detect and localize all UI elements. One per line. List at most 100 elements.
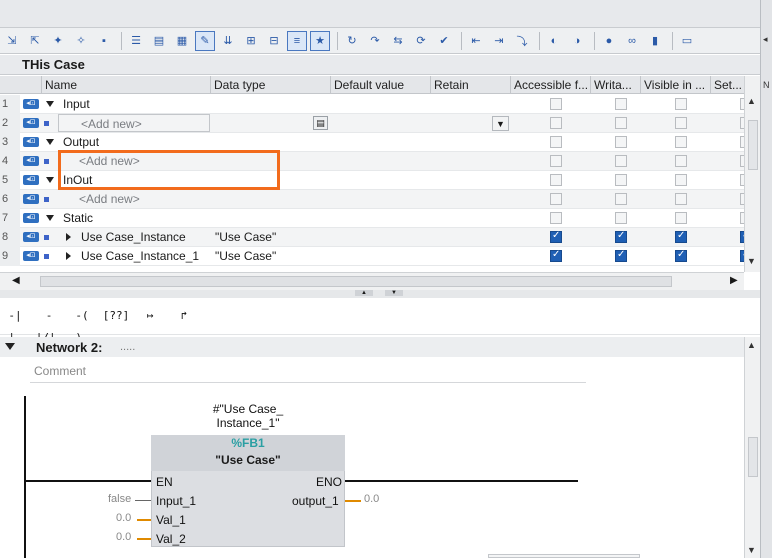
attribute-checkbox[interactable] bbox=[615, 136, 627, 148]
next-error-icon[interactable]: ↷ bbox=[365, 31, 385, 51]
attribute-checkbox[interactable] bbox=[615, 249, 627, 262]
scroll-up-icon[interactable]: ▲ bbox=[747, 96, 756, 106]
indent-icon[interactable]: ⇤ bbox=[466, 31, 486, 51]
attribute-checkbox[interactable] bbox=[675, 98, 687, 110]
database-icon[interactable]: ▮ bbox=[645, 31, 665, 51]
variable-name[interactable]: <Add new> bbox=[76, 190, 206, 209]
insert-row-icon[interactable]: ⇲ bbox=[2, 31, 22, 51]
variable-datatype[interactable]: "Use Case" bbox=[212, 247, 330, 266]
variable-name[interactable]: Use Case_Instance bbox=[78, 228, 208, 247]
table-row[interactable]: 2 ◂⊡ <Add new> ▤ ▼ bbox=[0, 114, 744, 133]
attribute-checkbox[interactable] bbox=[615, 98, 627, 110]
attribute-checkbox[interactable] bbox=[615, 230, 627, 243]
window-icon[interactable]: ▤ bbox=[149, 31, 169, 51]
table-row[interactable]: 1 ◂⊡ Input bbox=[0, 95, 744, 114]
attribute-checkbox[interactable] bbox=[615, 155, 627, 167]
collapse-network-icon[interactable] bbox=[5, 343, 15, 350]
monitor-off-icon[interactable]: ◑ bbox=[567, 31, 587, 51]
variable-datatype[interactable] bbox=[212, 190, 330, 209]
attribute-checkbox[interactable] bbox=[550, 174, 562, 186]
glasses-icon[interactable]: ∞ bbox=[622, 31, 642, 51]
collapse-arrow-icon[interactable] bbox=[46, 139, 54, 145]
attribute-checkbox[interactable] bbox=[550, 136, 562, 148]
datatype-browse-icon[interactable]: ▤ bbox=[313, 116, 328, 130]
collapse-arrow-icon[interactable] bbox=[46, 101, 54, 107]
empty-box-icon[interactable]: [??] bbox=[101, 305, 131, 327]
grid-icon[interactable]: ▦ bbox=[172, 31, 192, 51]
open-branch-icon[interactable]: ↦ bbox=[135, 305, 165, 327]
table-vertical-scrollbar[interactable]: ▲ ▼ bbox=[744, 76, 760, 272]
scroll-right-icon[interactable]: ▶ bbox=[730, 275, 738, 286]
wand2-icon[interactable]: ✧ bbox=[71, 31, 91, 51]
attribute-checkbox[interactable] bbox=[550, 212, 562, 224]
table-row[interactable]: 7 ◂⊡ Static bbox=[0, 209, 744, 228]
output-1-value[interactable]: 0.0 bbox=[364, 493, 379, 505]
favorites-icon[interactable]: ★ bbox=[310, 30, 330, 51]
scroll-down-icon[interactable]: ▼ bbox=[747, 545, 756, 555]
monitor-on-icon[interactable]: ◐ bbox=[544, 31, 564, 51]
variable-name[interactable]: <Add new> bbox=[58, 114, 210, 132]
wand-icon[interactable]: ✦ bbox=[48, 31, 68, 51]
attribute-checkbox[interactable] bbox=[550, 193, 562, 205]
attribute-checkbox[interactable] bbox=[675, 174, 687, 186]
add-row-icon[interactable]: ⇱ bbox=[25, 31, 45, 51]
scroll-up-icon[interactable]: ▲ bbox=[747, 340, 756, 350]
attribute-checkbox[interactable] bbox=[550, 98, 562, 110]
normally-open-contact-icon[interactable]: -| |- bbox=[0, 305, 30, 344]
list-view-icon[interactable]: ☰ bbox=[126, 31, 146, 51]
collapse-arrow-icon[interactable] bbox=[46, 177, 54, 183]
attribute-checkbox[interactable] bbox=[675, 212, 687, 224]
column-header-default-value[interactable]: Default value bbox=[331, 76, 431, 94]
scrollbar-thumb[interactable] bbox=[748, 437, 758, 477]
comment-icon[interactable]: ✎ bbox=[195, 30, 215, 51]
variable-name[interactable]: Use Case_Instance_1 bbox=[78, 247, 208, 266]
table-row[interactable]: 6 ◂⊡ <Add new> bbox=[0, 190, 744, 209]
attribute-checkbox[interactable] bbox=[675, 249, 687, 262]
branch-icon[interactable]: ⤵ bbox=[512, 31, 532, 51]
instance-label-line2[interactable]: Instance_1" bbox=[150, 416, 346, 430]
column-header-datatype[interactable]: Data type bbox=[211, 76, 331, 94]
collapse-arrow-icon[interactable] bbox=[46, 215, 54, 221]
variable-name[interactable]: Input bbox=[60, 95, 190, 114]
column-header-writable[interactable]: Writa... bbox=[591, 76, 641, 94]
compare-icon[interactable]: ⇆ bbox=[388, 31, 408, 51]
expand-arrow-icon[interactable] bbox=[66, 252, 71, 260]
expand-icon[interactable]: ⊞ bbox=[241, 31, 261, 51]
variable-datatype[interactable] bbox=[212, 95, 330, 114]
outdent-icon[interactable]: ⇥ bbox=[489, 31, 509, 51]
attribute-checkbox[interactable] bbox=[675, 136, 687, 148]
splitter-up-icon[interactable]: ▲ bbox=[355, 290, 373, 296]
splitter-down-icon[interactable]: ▼ bbox=[385, 290, 403, 296]
network-title-suffix[interactable]: ..... bbox=[120, 341, 135, 353]
attribute-checkbox[interactable] bbox=[550, 117, 562, 129]
attribute-checkbox[interactable] bbox=[615, 174, 627, 186]
instance-label-line1[interactable]: #"Use Case_ bbox=[150, 402, 346, 416]
val-2-value[interactable]: 0.0 bbox=[116, 531, 131, 543]
table-horizontal-scrollbar[interactable]: ◀ ▶ bbox=[0, 272, 744, 290]
go-to-error-icon[interactable]: ↻ bbox=[342, 31, 362, 51]
column-header-name[interactable]: Name bbox=[42, 76, 211, 94]
snapshot-icon[interactable]: ▭ bbox=[677, 31, 697, 51]
variable-datatype[interactable]: "Use Case" bbox=[212, 228, 330, 247]
refresh-icon[interactable]: ⟳ bbox=[411, 31, 431, 51]
editor-splitter[interactable]: ▲ ▼ bbox=[0, 290, 760, 298]
variable-name[interactable]: Static bbox=[60, 209, 190, 228]
scroll-down-icon[interactable]: ▼ bbox=[747, 256, 756, 266]
check-icon[interactable]: ✔ bbox=[434, 31, 454, 51]
attribute-checkbox[interactable] bbox=[615, 193, 627, 205]
val-1-value[interactable]: 0.0 bbox=[116, 512, 131, 524]
absolute-address-icon[interactable]: ≡ bbox=[287, 30, 307, 51]
network-vertical-scrollbar[interactable]: ▲ ▼ bbox=[744, 337, 760, 558]
retain-dropdown-icon[interactable]: ▼ bbox=[492, 116, 509, 131]
table-row[interactable]: 9 ◂⊡ Use Case_Instance_1 "Use Case" bbox=[0, 247, 744, 266]
column-header-accessible[interactable]: Accessible f... bbox=[511, 76, 591, 94]
attribute-checkbox[interactable] bbox=[615, 117, 627, 129]
variable-datatype[interactable] bbox=[212, 209, 330, 228]
normally-closed-contact-icon[interactable]: -|/|- bbox=[34, 305, 64, 344]
network-icon[interactable]: ⇊ bbox=[218, 31, 238, 51]
scrollbar-thumb[interactable] bbox=[748, 120, 758, 170]
breakpoint-icon[interactable]: ● bbox=[599, 31, 619, 51]
coil-icon[interactable]: -( )- bbox=[67, 305, 97, 344]
network-header[interactable]: Network 2: ..... bbox=[0, 337, 744, 357]
expand-arrow-icon[interactable] bbox=[66, 233, 71, 241]
